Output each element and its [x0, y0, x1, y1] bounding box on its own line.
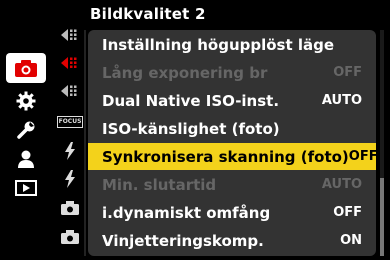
- subtab-camera-2[interactable]: [56, 226, 84, 248]
- menu-item-iso-sensitivity[interactable]: ISO-känslighet (foto): [88, 115, 376, 142]
- subtab-focus[interactable]: FOCUS: [56, 112, 84, 132]
- menu-item-sync-scan[interactable]: Synkronisera skanning (foto) OFF: [88, 143, 378, 170]
- menu-item-vignetting-comp[interactable]: Vinjetteringskomp. ON: [88, 227, 376, 254]
- menu-item-label: i.dynamiskt omfång: [102, 203, 271, 222]
- menu-item-long-exposure-nr: Lång exponering br OFF: [88, 59, 376, 86]
- category-settings[interactable]: [6, 88, 46, 114]
- camera-sub-icon: [61, 230, 79, 244]
- menu-item-label: Synkronisera skanning (foto): [102, 147, 349, 166]
- gear-icon: [16, 91, 36, 111]
- menu-panel: Inställning högupplöst läge Lång exponer…: [88, 30, 378, 256]
- menu-item-value: AUTO: [321, 93, 362, 108]
- flash-icon: [65, 142, 75, 160]
- page-title: Bildkvalitet 2: [90, 5, 206, 23]
- af-icon: [61, 29, 77, 41]
- wrench-icon: [17, 121, 35, 139]
- flash-icon: [65, 170, 75, 188]
- camera-icon: [15, 60, 37, 77]
- subtab-flash-2[interactable]: [56, 168, 84, 190]
- category-custom[interactable]: [6, 146, 46, 172]
- menu-item-high-res-mode[interactable]: Inställning högupplöst läge: [88, 31, 376, 58]
- menu-item-label: ISO-känslighet (foto): [102, 119, 280, 138]
- column-divider: [84, 30, 86, 256]
- menu-item-label: Dual Native ISO-inst.: [102, 91, 280, 110]
- focus-icon: FOCUS: [56, 116, 84, 128]
- subtab-af-1[interactable]: [56, 24, 84, 46]
- category-camera[interactable]: [6, 53, 46, 83]
- menu-item-min-shutter: Min. slutartid AUTO: [88, 171, 376, 198]
- menu-item-label: Inställning högupplöst läge: [102, 35, 335, 54]
- category-setup[interactable]: [6, 117, 46, 143]
- category-playback[interactable]: [6, 176, 46, 200]
- menu-item-value: OFF: [333, 65, 362, 80]
- menu-item-value: OFF: [348, 149, 378, 164]
- subtab-af-3[interactable]: [56, 80, 84, 102]
- subtab-af-2-selected[interactable]: [56, 52, 84, 74]
- playback-icon: [15, 180, 37, 196]
- camera-sub-icon: [61, 201, 79, 215]
- menu-item-value: AUTO: [321, 177, 362, 192]
- menu-item-label: Vinjetteringskomp.: [102, 231, 264, 250]
- af-icon: [61, 85, 77, 97]
- menu-item-label: Min. slutartid: [102, 175, 217, 194]
- menu-item-i-dynamic-range[interactable]: i.dynamiskt omfång OFF: [88, 199, 376, 226]
- menu-item-dual-native-iso[interactable]: Dual Native ISO-inst. AUTO: [88, 87, 376, 114]
- subtab-camera-1[interactable]: [56, 197, 84, 219]
- af-icon: [61, 57, 77, 69]
- subtab-flash-1[interactable]: [56, 140, 84, 162]
- person-icon: [18, 150, 34, 168]
- menu-item-value: OFF: [333, 205, 362, 220]
- menu-item-label: Lång exponering br: [102, 63, 268, 82]
- menu-item-value: ON: [340, 233, 362, 248]
- scrollbar-thumb[interactable]: [380, 178, 384, 256]
